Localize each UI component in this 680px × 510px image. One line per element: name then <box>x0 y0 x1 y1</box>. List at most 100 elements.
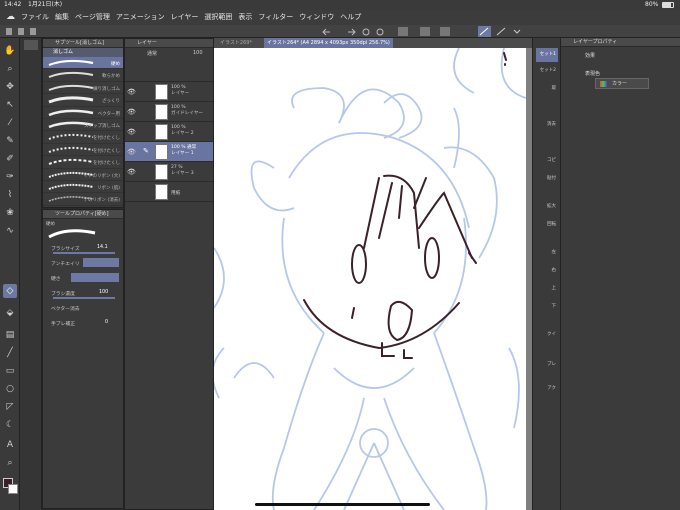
pen-icon[interactable]: ✎ <box>3 134 17 148</box>
brush-item[interactable]: を付けたくし <box>43 131 123 144</box>
brush-item[interactable]: を付けたくし <box>43 156 123 169</box>
strip-button[interactable]: 回転 <box>536 218 558 232</box>
layer-row[interactable]: 👁 27 % レイヤー 3 <box>125 162 213 182</box>
strip-button[interactable]: クイ <box>536 328 558 342</box>
pencil-icon[interactable]: ✐ <box>3 152 17 166</box>
decoration-icon[interactable]: ❀ <box>3 206 17 220</box>
brush-item[interactable]: 練り消しゴム <box>43 82 123 95</box>
text-icon[interactable]: A <box>3 438 17 452</box>
subtool-tab[interactable]: 消しゴム <box>43 48 123 57</box>
brush-item[interactable]: ベクター用 <box>43 107 123 119</box>
menu-filter[interactable]: フィルター <box>255 10 296 25</box>
app-icon[interactable]: ☁ <box>0 10 18 25</box>
ellipse-icon[interactable]: ○ <box>3 382 17 396</box>
color-mode-select[interactable]: カラー <box>595 78 649 89</box>
hand-icon[interactable]: ✋ <box>3 44 17 58</box>
fill-icon[interactable]: ⬙ <box>3 306 17 320</box>
strip-button[interactable]: 左 <box>536 246 558 260</box>
eye-icon[interactable]: 👁 <box>127 88 136 96</box>
tool-button <box>440 27 450 36</box>
layer-row[interactable]: 👁 100 % レイヤー 2 <box>125 122 213 142</box>
strip-button[interactable]: 下 <box>536 300 558 314</box>
strip-button[interactable]: 上 <box>536 282 558 296</box>
density-value[interactable]: 100 <box>99 290 108 295</box>
brush-item[interactable]: を付けたくし <box>43 144 123 157</box>
menu-view[interactable]: 表示 <box>235 10 255 25</box>
canvas[interactable] <box>214 48 526 510</box>
strip-button[interactable]: コピ <box>536 154 558 168</box>
strip-button[interactable]: プレ <box>536 358 558 372</box>
blend-icon[interactable]: ∿ <box>3 224 17 238</box>
effect-label: 効果 <box>585 53 596 59</box>
eyedropper-icon[interactable]: ⁄ <box>3 116 17 130</box>
menu-file[interactable]: ファイル <box>18 10 52 25</box>
strip-button[interactable]: 消去 <box>536 118 558 132</box>
menu-animation[interactable]: アニメーション <box>113 10 168 25</box>
antialias-selector[interactable] <box>83 258 119 267</box>
layer-row[interactable]: 👁 100 % ガイドレイヤー <box>125 102 213 122</box>
strip-button[interactable]: 貼付 <box>536 172 558 186</box>
layer-row[interactable]: 👁 ✎ 100 % 通常 レイヤー 1 <box>125 142 213 162</box>
doc-tab[interactable]: イラスト269* <box>220 38 252 48</box>
save-icon <box>30 28 36 35</box>
line-icon[interactable]: ╱ <box>3 346 17 360</box>
status-time: 14:42 <box>4 1 22 8</box>
brush-item[interactable]: ざっくり <box>43 94 123 107</box>
layer-thumbnail <box>155 124 168 140</box>
strip-button[interactable]: 右 <box>536 264 558 278</box>
strip-button[interactable]: 取 <box>536 82 558 96</box>
brush-icon[interactable]: ✑ <box>3 170 17 184</box>
sub-color-swatch[interactable] <box>8 484 18 494</box>
select-icon[interactable]: ↖ <box>3 98 17 112</box>
brush-item[interactable]: 硬め <box>43 57 123 70</box>
strip-button[interactable]: アク <box>536 382 558 396</box>
zoom-icon[interactable]: ⌕ <box>3 62 17 76</box>
menu-help[interactable]: ヘルプ <box>337 10 364 25</box>
menu-page[interactable]: ページ管理 <box>72 10 113 25</box>
set1-tab[interactable]: セット1 <box>536 48 558 62</box>
dock-button[interactable] <box>24 40 38 50</box>
stabilize-value[interactable]: 0 <box>105 320 108 325</box>
hardness-slider[interactable] <box>71 273 119 282</box>
strip-button[interactable]: 拡大 <box>536 200 558 214</box>
menu-layer[interactable]: レイヤー <box>168 10 202 25</box>
eraser-icon[interactable]: ◇ <box>3 284 17 298</box>
tool-property-panel: ツールプロパティ[硬め] 硬め ブラシサイズ 14.1 アンチエイリ 硬さ ブラ… <box>42 209 124 509</box>
battery-level: 80% <box>645 1 659 8</box>
density-slider[interactable] <box>53 297 115 299</box>
layer-opacity[interactable]: 100 <box>193 50 203 56</box>
menu-window[interactable]: ウィンドウ <box>296 10 337 25</box>
layer-row[interactable]: 用紙 <box>125 182 213 202</box>
panel-header: ツールプロパティ[硬め] <box>43 210 123 219</box>
eye-icon[interactable]: 👁 <box>127 108 136 116</box>
menu-edit[interactable]: 編集 <box>52 10 72 25</box>
open-icon <box>18 28 24 35</box>
brush-item[interactable]: リボン (肌) <box>43 181 123 194</box>
layer-row[interactable]: 👁 100 % レイヤー <box>125 82 213 102</box>
doc-tab-active[interactable]: イラスト264* (A4 2894 x 4093px 350dpi 256.7%… <box>264 38 393 48</box>
blend-mode-select[interactable]: 通常 <box>147 50 157 57</box>
brush-size-slider[interactable] <box>53 252 115 254</box>
airbrush-icon[interactable]: ⌇ <box>3 188 17 202</box>
tool-button <box>420 27 430 36</box>
balloon-icon[interactable]: ⌕ <box>3 456 17 470</box>
polygon-icon[interactable]: ◸ <box>3 400 17 414</box>
brush-size-value[interactable]: 14.1 <box>97 245 108 250</box>
brush-item[interactable]: 軟らかめ <box>43 69 123 82</box>
move-icon[interactable]: ✥ <box>3 80 17 94</box>
eye-icon[interactable]: 👁 <box>127 148 136 156</box>
eye-icon[interactable]: 👁 <box>127 128 136 136</box>
panel-header: レイヤー <box>125 39 213 48</box>
gradient-icon[interactable]: ▤ <box>3 328 17 342</box>
rectangle-icon[interactable]: ▭ <box>3 364 17 378</box>
menu-selection[interactable]: 選択範囲 <box>201 10 235 25</box>
lasso-icon[interactable]: ☾ <box>3 418 17 432</box>
brush-item[interactable]: ナのリボン (消去) <box>43 193 123 206</box>
brush-item[interactable]: イチのリボン (大) <box>43 169 123 181</box>
eye-icon[interactable]: 👁 <box>127 168 136 176</box>
set2-tab[interactable]: セット2 <box>536 64 558 78</box>
layer-property-panel: レイヤープロパティ 効果 表現色 カラー <box>560 38 680 510</box>
command-bar <box>0 25 680 38</box>
layer-panel: レイヤー 通常 100 👁 100 % レイヤー 👁 100 % ガイドレイヤー 👁… <box>124 38 214 510</box>
brush-item[interactable]: スナップ消しゴム <box>43 119 123 132</box>
